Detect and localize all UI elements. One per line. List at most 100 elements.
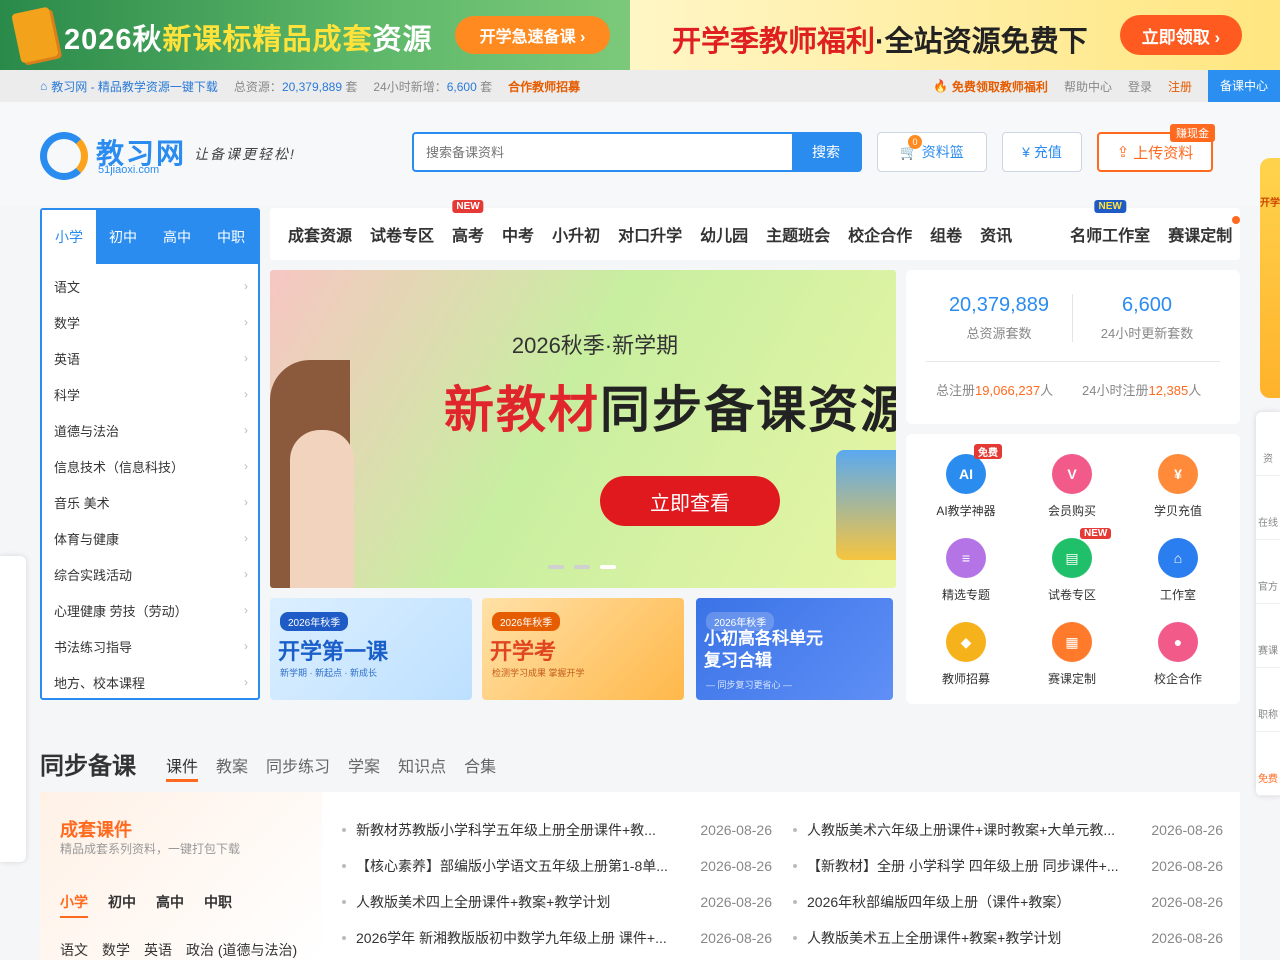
category-item[interactable]: 心理健康 劳技（劳动） ›: [42, 592, 258, 628]
list-item[interactable]: 2026学年 新湘教版版初中数学九年级上册 课件+... 2026-08-26: [342, 920, 772, 956]
carousel-dot[interactable]: [600, 565, 616, 569]
list-item[interactable]: 【新教材】全册 小学科学 四年级上册 同步课件+... 2026-08-26: [793, 848, 1223, 884]
list-item[interactable]: 人教版美术六年级上册课件+课时教案+大单元教... 2026-08-26: [793, 812, 1223, 848]
side-item[interactable]: 免费: [1256, 732, 1280, 796]
category-item[interactable]: 音乐 美术 ›: [42, 484, 258, 520]
category-item[interactable]: 书法练习指导 ›: [42, 628, 258, 664]
carousel-dot[interactable]: [548, 565, 564, 569]
banner-right[interactable]: 开学季教师福利·全站资源免费下 立即领取 ›: [630, 0, 1280, 70]
nav-item-kindergarten[interactable]: 幼儿园: [700, 222, 748, 246]
books-illustration: [836, 450, 896, 560]
side-item[interactable]: 官方: [1256, 540, 1280, 604]
nav-item-school-enterprise[interactable]: 校企合作: [848, 222, 912, 246]
tool-coin[interactable]: ¥ 学贝充值: [1128, 454, 1228, 519]
nav-item-exams[interactable]: 试卷专区: [370, 222, 434, 246]
set-tab[interactable]: 初中: [108, 892, 136, 918]
set-tab[interactable]: 小学: [60, 892, 88, 918]
nav-item-xiaoshengchu[interactable]: 小升初: [552, 222, 600, 246]
subject-link[interactable]: 政治 (道德与法治): [186, 940, 297, 960]
nav-item-gaokao[interactable]: 高考 NEW: [452, 200, 484, 246]
banner-left[interactable]: 2026秋新课标精品成套资源 开学急速备课 ›: [0, 0, 630, 70]
carousel-dot[interactable]: [574, 565, 590, 569]
set-subtitle: 精品成套系列资料，一键打包下载: [60, 842, 241, 856]
prep-center-button[interactable]: 备课中心: [1207, 70, 1280, 102]
register-link[interactable]: 注册: [1168, 78, 1192, 95]
tab-collection[interactable]: 合集: [464, 753, 496, 782]
tool-topic[interactable]: ≡ 精选专题: [916, 538, 1016, 603]
home-link[interactable]: ⌂ 教习网 - 精品教学资源一键下载: [40, 78, 218, 95]
nav-item-duikou[interactable]: 对口升学: [618, 222, 682, 246]
side-item[interactable]: 在线: [1256, 476, 1280, 540]
top-banner[interactable]: 2026秋新课标精品成套资源 开学急速备课 › 开学季教师福利·全站资源免费下 …: [0, 0, 1280, 70]
tab-knowledge[interactable]: 知识点: [398, 753, 446, 782]
tab-study-plan[interactable]: 学案: [348, 753, 380, 782]
promo-tag: 2026年秋季: [492, 612, 561, 631]
category-item[interactable]: 体育与健康 ›: [42, 520, 258, 556]
tool-contest[interactable]: ▦ 赛课定制: [1022, 622, 1122, 687]
category-item[interactable]: 综合实践活动 ›: [42, 556, 258, 592]
hero-cta-button[interactable]: 立即查看: [600, 476, 780, 526]
search-input[interactable]: [414, 134, 792, 170]
list-item[interactable]: 人教版美术四上全册课件+教案+教学计划 2026-08-26: [342, 884, 772, 920]
tool-vip[interactable]: V 会员购买: [1022, 454, 1122, 519]
nav-item-news[interactable]: 资讯: [980, 222, 1012, 246]
subject-link[interactable]: 语文: [60, 940, 88, 960]
list-item[interactable]: 2026年秋部编版四年级上册（课件+教案） 2026-08-26: [793, 884, 1223, 920]
category-item[interactable]: 信息技术（信息科技） ›: [42, 448, 258, 484]
category-item[interactable]: 数学 ›: [42, 304, 258, 340]
search-button[interactable]: 搜索: [792, 134, 860, 170]
tab-lesson-plan[interactable]: 教案: [216, 753, 248, 782]
left-float-widget[interactable]: [0, 556, 26, 862]
tool-studio[interactable]: ⌂ 工作室: [1128, 538, 1228, 603]
right-side-toolbar: 资 在线 官方 赛课 职称 免费: [1256, 412, 1280, 796]
chevron-right-icon: ›: [244, 603, 248, 617]
category-item[interactable]: 科学 ›: [42, 376, 258, 412]
subject-link[interactable]: 数学: [102, 940, 130, 960]
category-item[interactable]: 道德与法治 ›: [42, 412, 258, 448]
set-tab[interactable]: 中职: [204, 892, 232, 918]
tab-primary[interactable]: 小学: [42, 210, 96, 264]
list-item[interactable]: 新教材苏教版小学科学五年级上册全册课件+教... 2026-08-26: [342, 812, 772, 848]
tool-cooperation[interactable]: ● 校企合作: [1128, 622, 1228, 687]
nav-item-contest[interactable]: 赛课定制: [1168, 216, 1241, 246]
right-float-ad[interactable]: 开学: [1260, 158, 1280, 398]
set-tab[interactable]: 高中: [156, 892, 184, 918]
tab-courseware[interactable]: 课件: [166, 753, 199, 782]
tool-exam[interactable]: ▤ NEW 试卷专区: [1022, 528, 1122, 603]
category-item[interactable]: 英语 ›: [42, 340, 258, 376]
logo-icon[interactable]: [40, 132, 88, 180]
side-item[interactable]: 资: [1256, 412, 1280, 476]
list-item[interactable]: 【核心素养】部编版小学语文五年级上册第1-8单... 2026-08-26: [342, 848, 772, 884]
tab-senior[interactable]: 高中: [150, 210, 204, 264]
help-link[interactable]: 帮助中心: [1064, 78, 1112, 95]
nav-item-class-meeting[interactable]: 主题班会: [766, 222, 830, 246]
recruit-link[interactable]: 合作教师招募: [508, 78, 580, 95]
tab-practice[interactable]: 同步练习: [266, 753, 330, 782]
nav-item-master-studio[interactable]: 名师工作室 NEW: [1070, 200, 1150, 246]
list-item[interactable]: 人教版美术五上全册课件+教案+教学计划 2026-08-26: [793, 920, 1223, 956]
tab-vocational[interactable]: 中职: [204, 210, 258, 264]
category-item[interactable]: 地方、校本课程 ›: [42, 664, 258, 700]
nav-item-sets[interactable]: 成套资源: [288, 222, 352, 246]
basket-button[interactable]: 🛒 0 资料篮: [877, 132, 987, 172]
upload-button[interactable]: ⇪ 上传资料 赚现金: [1097, 124, 1215, 172]
promo-unit-review[interactable]: 2026年秋季 小初高各科单元复习合辑 — 同步复习更省心 —: [696, 598, 893, 700]
free-benefit-link[interactable]: 🔥 免费领取教师福利: [933, 78, 1048, 95]
login-link[interactable]: 登录: [1128, 78, 1152, 95]
side-item[interactable]: 赛课: [1256, 604, 1280, 668]
charge-button[interactable]: ¥ 充值: [1002, 132, 1082, 172]
nav-item-zhongkao[interactable]: 中考: [502, 222, 534, 246]
hero-carousel[interactable]: 2026秋季·新学期 新教材同步备课资源 立即查看: [270, 270, 896, 588]
banner-left-button[interactable]: 开学急速备课 ›: [455, 16, 610, 54]
nav-item-compose[interactable]: 组卷: [930, 222, 962, 246]
tab-junior[interactable]: 初中: [96, 210, 150, 264]
tool-ai[interactable]: AI 免费 AI教学神器: [916, 444, 1016, 519]
promo-first-lesson[interactable]: 2026年秋季 开学第一课 新学期 · 新起点 · 新成长: [270, 598, 472, 700]
side-item[interactable]: 职称: [1256, 668, 1280, 732]
book-icon: [11, 6, 59, 64]
banner-right-button[interactable]: 立即领取 ›: [1120, 15, 1242, 55]
tool-recruit[interactable]: ◆ 教师招募: [916, 622, 1016, 687]
category-item[interactable]: 语文 ›: [42, 268, 258, 304]
subject-link[interactable]: 英语: [144, 940, 172, 960]
promo-opening-exam[interactable]: 2026年秋季 开学考 检测学习成果 掌握开学: [482, 598, 684, 700]
